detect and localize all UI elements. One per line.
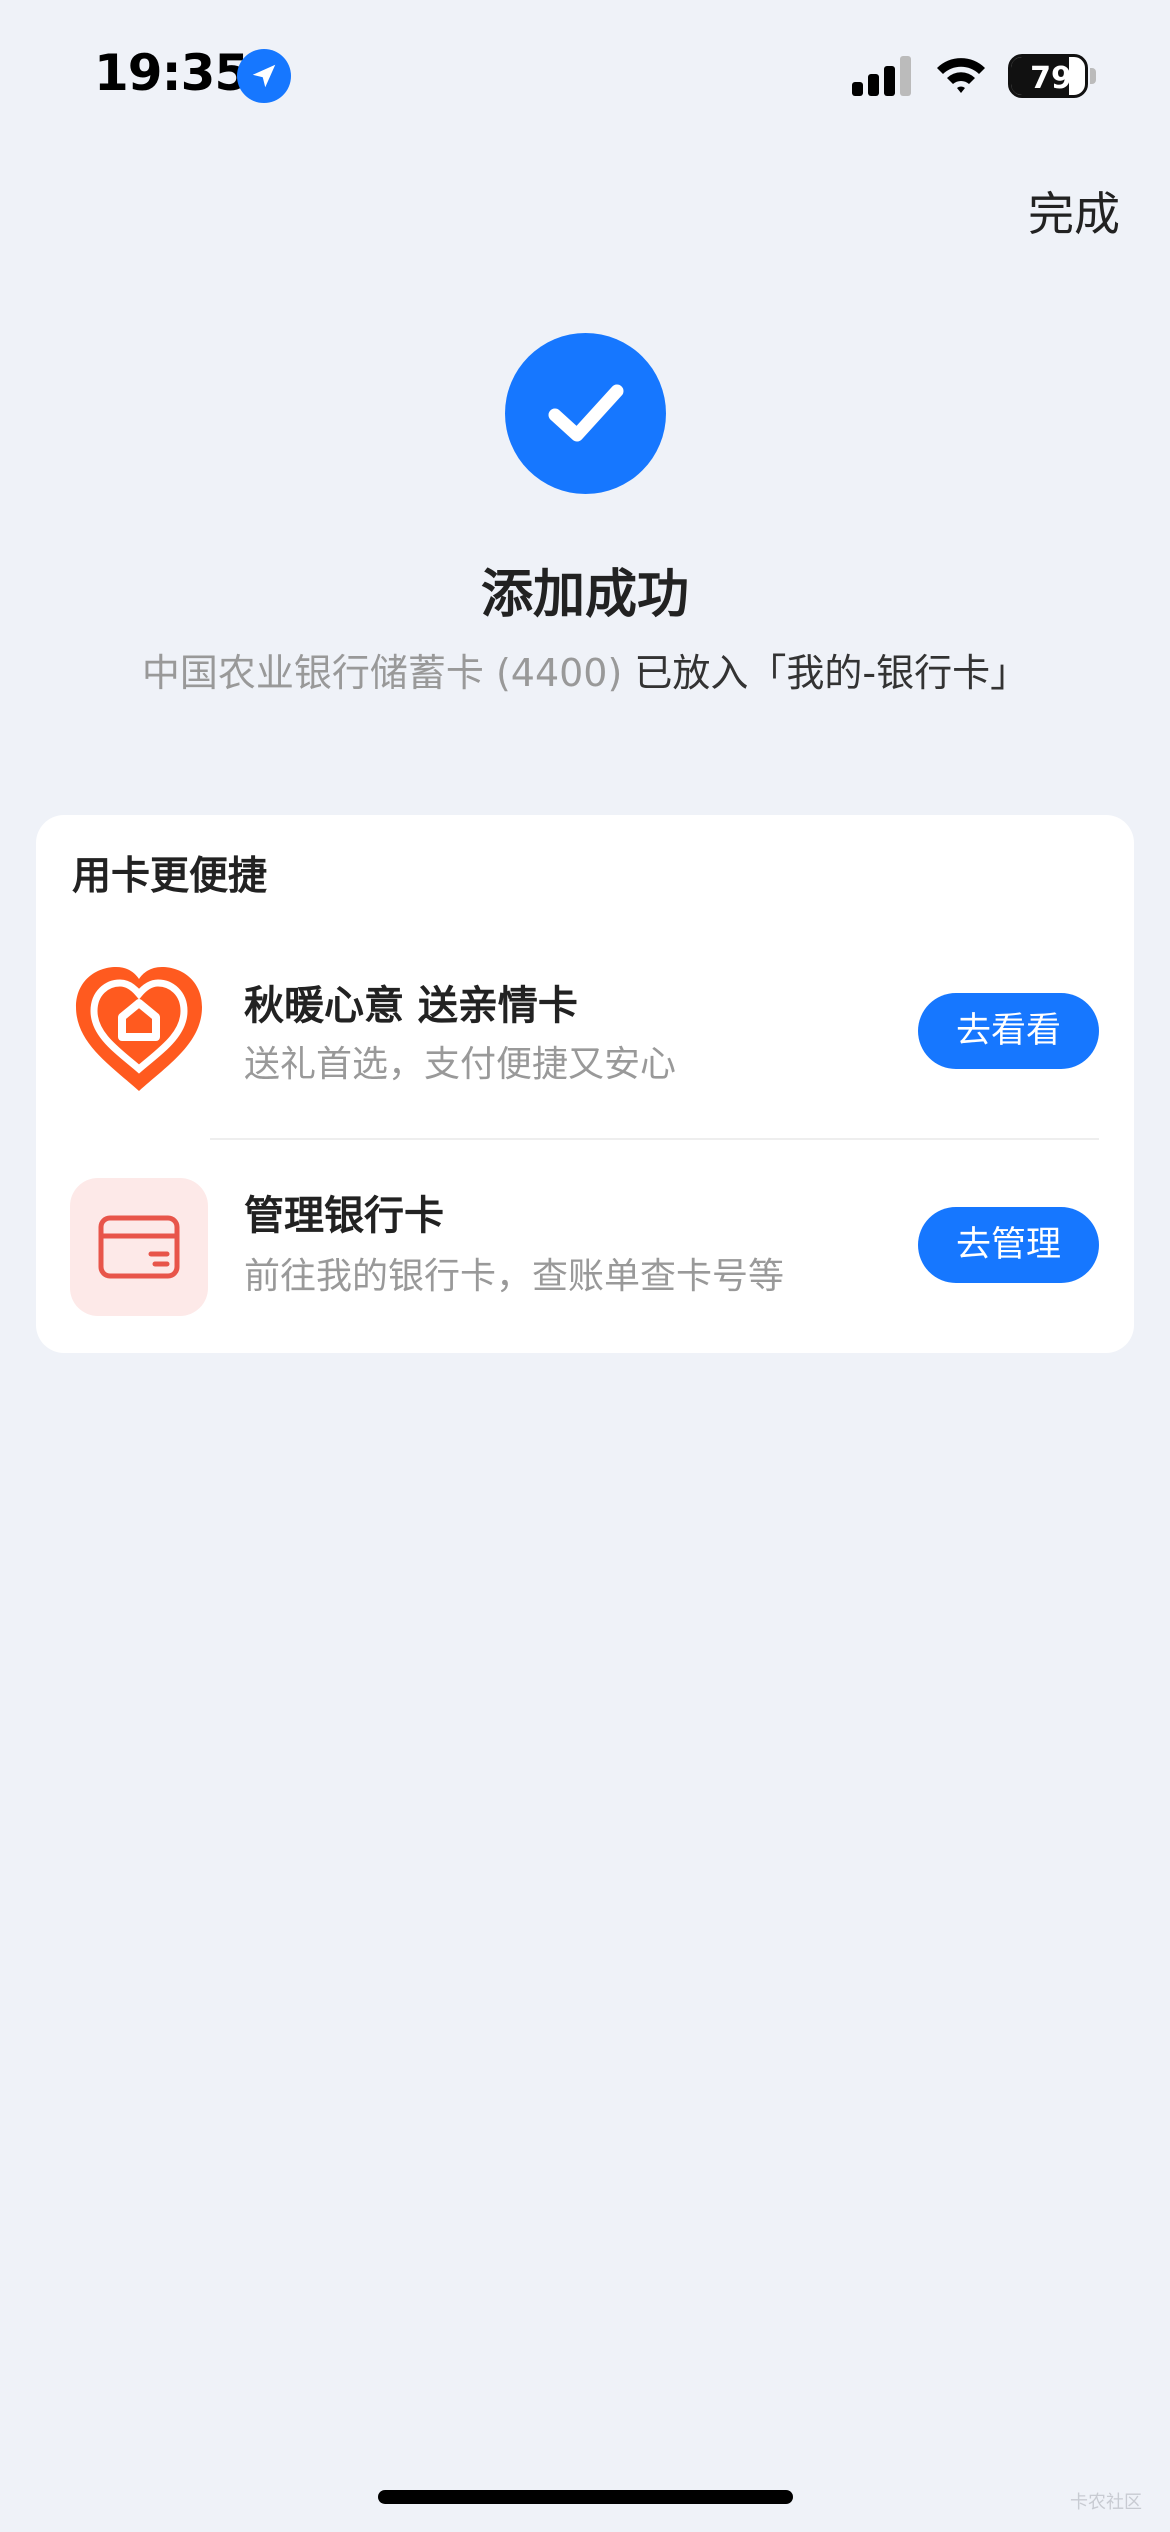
home-indicator[interactable]	[378, 2490, 793, 2504]
list-item-title: 管理银行卡	[244, 1193, 444, 1239]
manage-button[interactable]: 去管理	[918, 1207, 1099, 1283]
status-time: 19:35	[94, 44, 249, 102]
page: 19:35 79 完成 添加成功 中国农业银行储蓄卡 (4400) 已放入「我的…	[0, 0, 1170, 2532]
battery-icon: 79	[1008, 54, 1096, 98]
wifi-icon	[935, 54, 987, 98]
status-bar: 19:35 79	[0, 0, 1170, 150]
checkmark-icon	[505, 333, 666, 494]
card-section-title: 用卡更便捷	[72, 854, 268, 899]
watermark: 卡农社区	[1070, 2492, 1142, 2513]
battery-percent: 79	[1030, 61, 1072, 96]
card-info-text: 中国农业银行储蓄卡 (4400)	[141, 651, 635, 695]
list-item-subtitle: 前往我的银行卡，查账单查卡号等	[244, 1256, 785, 1297]
list-item-manage-cards[interactable]: 管理银行卡 前往我的银行卡，查账单查卡号等 去管理	[36, 1169, 1134, 1319]
view-button[interactable]: 去看看	[918, 993, 1099, 1069]
list-item-family-card[interactable]: 秋暖心意 送亲情卡 送礼首选，支付便捷又安心 去看看	[36, 955, 1134, 1105]
cellular-signal-icon	[852, 56, 914, 96]
done-button[interactable]: 完成	[1028, 178, 1120, 244]
divider	[210, 1138, 1099, 1140]
bank-card-icon-box	[70, 1178, 208, 1316]
list-item-subtitle: 送礼首选，支付便捷又安心	[244, 1044, 677, 1085]
location-arrow-icon	[237, 49, 291, 103]
bank-card-icon	[70, 1178, 208, 1316]
success-description: 中国农业银行储蓄卡 (4400) 已放入「我的-银行卡」	[0, 642, 1170, 697]
success-title: 添加成功	[480, 565, 689, 625]
card-location-text: 已放入「我的-银行卡」	[634, 651, 1029, 695]
list-item-title: 秋暖心意 送亲情卡	[244, 983, 578, 1029]
heart-home-icon	[70, 961, 208, 1099]
convenience-card: 用卡更便捷 秋暖心意 送亲情卡 送礼首选，支付便捷又安心 去看看 管理银行卡 前…	[36, 815, 1134, 1353]
